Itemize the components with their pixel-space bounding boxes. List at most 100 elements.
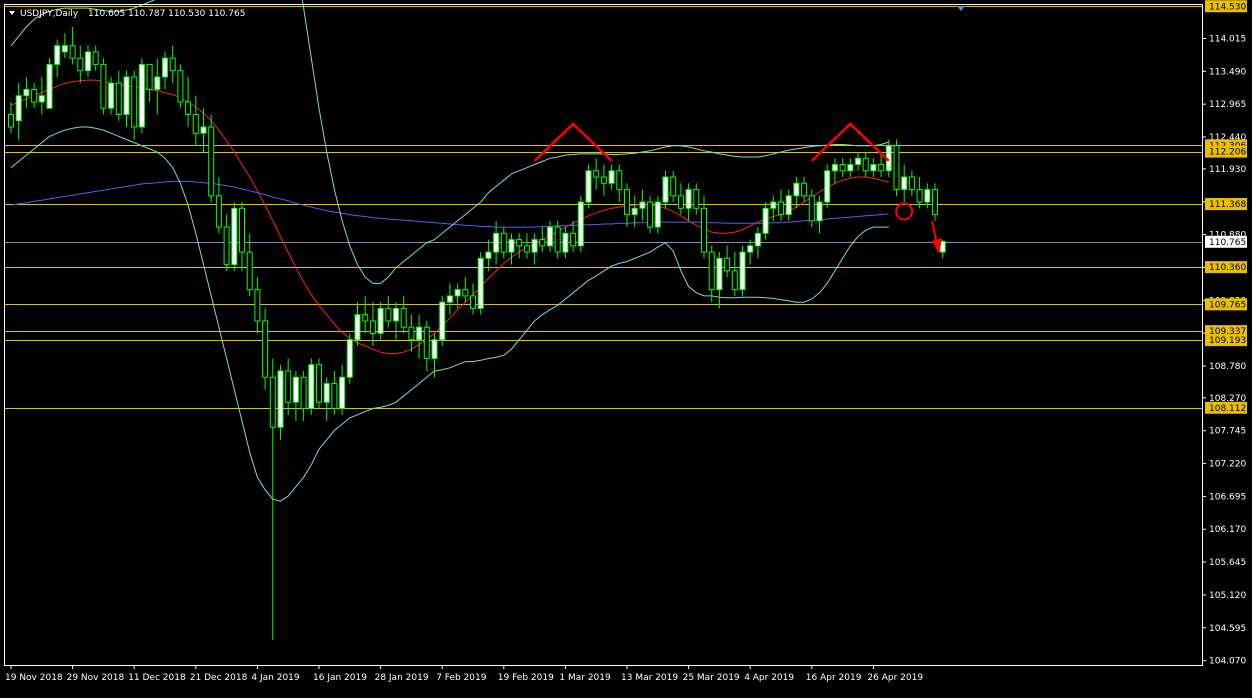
candle-bull <box>108 82 115 109</box>
x-tick-label: 1 Mar 2019 <box>559 673 611 683</box>
y-tick-label: 114.015 <box>1209 34 1246 44</box>
candle-bear <box>8 113 14 128</box>
candle-bear <box>262 320 269 378</box>
candle-bull <box>824 170 831 203</box>
candle-bull <box>231 207 238 266</box>
candle-bull <box>654 201 661 228</box>
candle-bull <box>54 45 61 65</box>
candle-bear <box>408 326 415 341</box>
candle-bear <box>169 57 176 72</box>
candle-bear <box>146 63 153 90</box>
candle-bear <box>316 364 322 403</box>
candle-bear <box>246 251 253 291</box>
candle-bull <box>531 239 538 253</box>
x-tick-label: 4 Jan 2019 <box>251 673 299 683</box>
y-tick-label: 111.930 <box>1209 165 1246 175</box>
candle-bear <box>893 145 900 191</box>
candle-bull <box>754 232 761 247</box>
candle-bull <box>855 157 861 166</box>
x-tick-label: 19 Nov 2018 <box>5 673 63 683</box>
candle-bull <box>793 182 800 197</box>
level-price-label: 112.206 <box>1209 148 1246 158</box>
candle-bull <box>924 189 931 203</box>
candle-bear <box>677 195 684 209</box>
candle-bull <box>685 189 692 209</box>
candle-bull <box>439 301 446 341</box>
candle-bear <box>670 176 677 197</box>
candle-bull <box>23 88 30 97</box>
candle-bull <box>831 164 838 172</box>
x-tick-label: 25 Mar 2019 <box>683 673 740 683</box>
candle-bull <box>346 339 353 378</box>
candle-bull <box>416 326 423 341</box>
candle-bull <box>38 95 45 103</box>
candle-bull <box>631 207 638 216</box>
level-price-label: 108.112 <box>1209 404 1246 414</box>
candle-bear <box>131 76 138 128</box>
candle-bear <box>616 170 623 191</box>
y-tick-label: 106.695 <box>1209 492 1246 502</box>
candle-bull <box>61 45 68 53</box>
x-tick-label: 19 Feb 2019 <box>498 673 554 683</box>
header-symbol: USDJPY,Daily <box>20 9 79 19</box>
x-tick-label: 26 Apr 2019 <box>867 673 923 683</box>
candle-bull <box>446 295 453 303</box>
candle-bear <box>362 314 369 322</box>
candle-bear <box>331 382 338 410</box>
candle-bull <box>716 257 723 291</box>
candle-bull <box>901 176 908 191</box>
y-tick-label: 113.490 <box>1209 67 1246 77</box>
candle-bear <box>916 189 923 203</box>
candle-bear <box>177 70 184 103</box>
x-tick-label: 28 Jan 2019 <box>375 673 429 683</box>
y-tick-label: 108.780 <box>1209 362 1246 372</box>
candle-bear <box>593 170 600 178</box>
y-tick-label: 106.170 <box>1209 525 1246 535</box>
x-tick-label: 7 Feb 2019 <box>436 673 487 683</box>
candle-bull <box>354 314 361 341</box>
candle-bear <box>908 176 915 191</box>
candle-bear <box>778 201 784 216</box>
y-tick-label: 104.595 <box>1209 624 1246 634</box>
candle-bull <box>485 251 492 259</box>
candle-bull <box>547 226 553 247</box>
candle-bear <box>385 307 392 322</box>
candle-bull <box>393 307 399 322</box>
chart-container[interactable]: 114.015113.490112.965112.440111.930111.4… <box>0 0 1252 694</box>
candle-bear <box>516 239 523 247</box>
x-tick-label: 13 Mar 2019 <box>621 673 678 683</box>
candle-bear <box>77 57 84 72</box>
candle-bear <box>215 195 222 228</box>
price-chart[interactable]: 114.015113.490112.965112.440111.930111.4… <box>0 0 1252 694</box>
candle-bear <box>878 164 885 172</box>
candle-bull <box>585 170 592 203</box>
candle-bull <box>308 364 315 410</box>
y-tick-label: 107.745 <box>1209 427 1246 437</box>
candle-bull <box>138 63 145 128</box>
candle-bear <box>92 51 99 65</box>
candle-bull <box>493 232 500 253</box>
candle-bull <box>200 126 207 134</box>
candle-bear <box>539 239 546 247</box>
candle-bull <box>323 382 330 403</box>
candle-bear <box>223 226 230 266</box>
candle-bear <box>862 157 869 172</box>
candle-bear <box>31 88 38 103</box>
candle-bull <box>431 339 438 359</box>
candle-bull <box>562 232 569 253</box>
candle-bull <box>377 307 384 334</box>
y-tick-label: 104.070 <box>1209 657 1246 667</box>
candle-bear <box>254 289 261 322</box>
candle-bull <box>739 251 746 291</box>
level-price-label: 111.368 <box>1209 200 1246 210</box>
candle-bear <box>701 207 707 253</box>
level-price-label: 114.530 <box>1209 2 1246 12</box>
x-tick-label: 29 Nov 2018 <box>67 673 125 683</box>
chart-header: USDJPY,Daily 110.605 110.787 110.530 110… <box>9 9 245 19</box>
candle-bear <box>600 176 607 184</box>
candle-bear <box>523 245 530 253</box>
candle-bear <box>208 126 215 197</box>
candle-bear <box>185 101 192 115</box>
candle-bear <box>647 201 654 228</box>
candle-bull <box>292 376 299 403</box>
